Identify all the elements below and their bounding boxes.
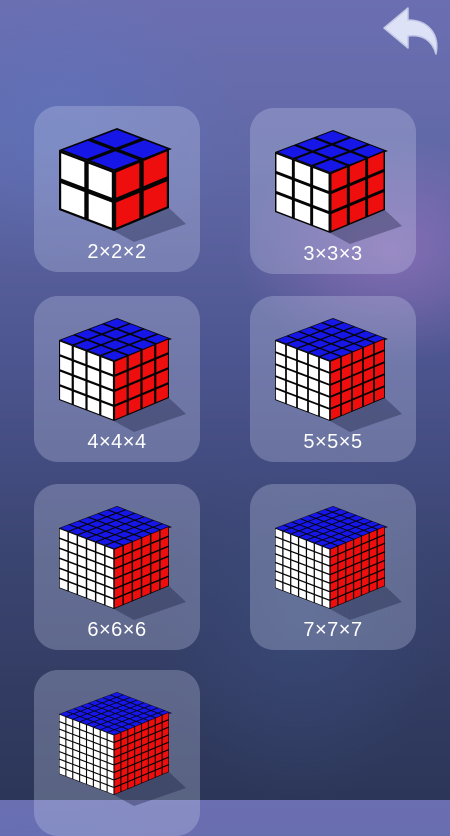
cube-8x8x8-icon xyxy=(59,692,186,806)
puzzle-tile-3x3x3[interactable]: 3×3×3 xyxy=(250,108,416,274)
back-arrow-icon xyxy=(383,7,438,55)
puzzle-tile-7x7x7[interactable]: 7×7×7 xyxy=(250,484,416,650)
puzzle-label: 6×6×6 xyxy=(87,619,147,641)
puzzle-label: 7×7×7 xyxy=(303,619,363,641)
puzzle-tile-8x8x8[interactable] xyxy=(34,670,200,836)
puzzle-label: 5×5×5 xyxy=(303,431,363,453)
puzzle-label: 2×2×2 xyxy=(87,241,147,263)
puzzle-label: 3×3×3 xyxy=(303,243,363,265)
back-button[interactable] xyxy=(378,4,444,60)
puzzle-tile-4x4x4[interactable]: 4×4×4 xyxy=(34,296,200,462)
puzzle-tile-2x2x2[interactable]: 2×2×2 xyxy=(34,106,200,272)
puzzle-tile-5x5x5[interactable]: 5×5×5 xyxy=(250,296,416,462)
puzzle-tile-6x6x6[interactable]: 6×6×6 xyxy=(34,484,200,650)
puzzle-label: 4×4×4 xyxy=(87,431,147,453)
